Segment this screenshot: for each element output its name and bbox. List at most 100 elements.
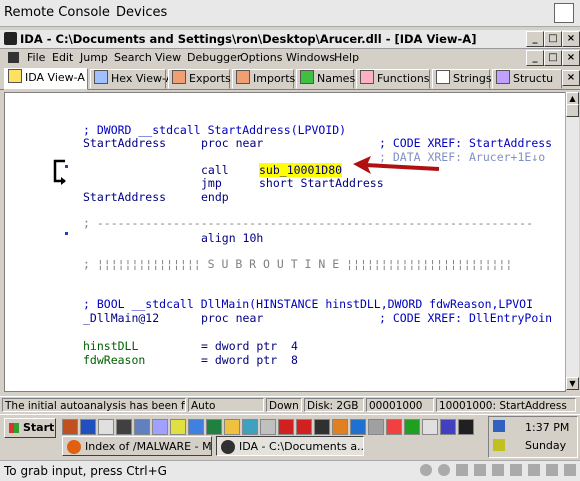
device-icon[interactable] xyxy=(564,464,576,476)
ida-icon xyxy=(221,440,235,454)
proc-label[interactable]: StartAddress xyxy=(83,136,166,150)
menu-options[interactable]: Options xyxy=(240,51,282,64)
vertical-scrollbar[interactable]: ▲ ▼ xyxy=(565,92,579,390)
network-icon[interactable] xyxy=(493,420,505,432)
quicklaunch-icon[interactable] xyxy=(440,419,456,435)
call-target[interactable]: sub_10001D80 xyxy=(259,163,343,177)
tab-hex-view[interactable]: Hex View-A xyxy=(90,69,173,89)
var-fdwreason-def: = dword ptr 8 xyxy=(201,353,298,367)
menu-edit[interactable]: Edit xyxy=(52,51,73,64)
subroutine-banner: ; ¦¦¦¦¦¦¦¦¦¦¦¦¦¦¦ S U B R O U T I N E ¦¦… xyxy=(83,257,513,271)
jmp-instr: jmp xyxy=(201,176,222,190)
jump-arrow-icon xyxy=(53,159,66,185)
quicklaunch-icon[interactable] xyxy=(296,419,312,435)
status-address: 10001000: StartAddress xyxy=(436,398,576,412)
var-fdwreason[interactable]: fdwReason xyxy=(83,353,145,367)
quicklaunch-icon[interactable] xyxy=(80,419,96,435)
ida-view-icon xyxy=(8,69,22,83)
menu-devices[interactable]: Devices xyxy=(116,5,167,20)
quicklaunch-icon[interactable] xyxy=(116,419,132,435)
menu-file[interactable]: File xyxy=(27,51,45,64)
view-tab-bar: IDA View-A Hex View-A Exports Imports Na… xyxy=(0,67,580,90)
clock-time[interactable]: 1:37 PM xyxy=(525,421,569,434)
ida-menubar: File Edit Jump Search View Debugger Opti… xyxy=(0,49,580,66)
menu-help[interactable]: Help xyxy=(334,51,359,64)
ida-title-bar: IDA - C:\Documents and Settings\ron\Desk… xyxy=(0,30,580,49)
var-hinstdll[interactable]: hinstDLL xyxy=(83,339,138,353)
tab-close-button[interactable]: × xyxy=(562,70,580,86)
scroll-thumb[interactable] xyxy=(566,104,579,117)
dllmain-op: proc near xyxy=(201,311,264,325)
system-tray: 1:37 PM Sunday xyxy=(488,416,578,458)
jmp-arg[interactable]: short StartAddress xyxy=(259,176,384,190)
tab-ida-view[interactable]: IDA View-A xyxy=(4,68,88,90)
quicklaunch-icon[interactable] xyxy=(224,419,240,435)
device-icon[interactable] xyxy=(420,464,432,476)
dock-icon[interactable] xyxy=(554,3,574,23)
quicklaunch-icon[interactable] xyxy=(152,419,168,435)
task-firefox[interactable]: Index of /MALWARE - M... xyxy=(62,436,212,456)
tab-exports[interactable]: Exports xyxy=(168,69,231,89)
quicklaunch-icon[interactable] xyxy=(332,419,348,435)
dllmain-label[interactable]: _DllMain@12 xyxy=(83,311,159,325)
quicklaunch-icon[interactable] xyxy=(170,419,186,435)
quicklaunch-icon[interactable] xyxy=(188,419,204,435)
quicklaunch-icon[interactable] xyxy=(98,419,114,435)
quicklaunch-icon[interactable] xyxy=(134,419,150,435)
quicklaunch-icon[interactable] xyxy=(206,419,222,435)
scroll-down-icon[interactable]: ▼ xyxy=(566,377,579,390)
menu-view[interactable]: View xyxy=(155,51,181,64)
menu-jump[interactable]: Jump xyxy=(80,51,108,64)
window-title: IDA - C:\Documents and Settings\ron\Desk… xyxy=(20,32,477,46)
start-button[interactable]: Start xyxy=(4,418,56,438)
tab-strings[interactable]: Strings xyxy=(432,69,492,89)
names-icon xyxy=(300,70,314,84)
device-icon[interactable] xyxy=(546,464,558,476)
menu-debugger[interactable]: Debugger xyxy=(187,51,241,64)
child-minimize-button[interactable]: _ xyxy=(526,50,544,66)
quicklaunch-icon[interactable] xyxy=(278,419,294,435)
tab-names[interactable]: Names xyxy=(296,69,355,89)
device-icon[interactable] xyxy=(438,464,450,476)
tab-imports[interactable]: Imports xyxy=(232,69,295,89)
code-xref[interactable]: ; CODE XREF: StartAddress xyxy=(379,136,552,150)
device-icon[interactable] xyxy=(528,464,540,476)
status-direction: Down xyxy=(266,398,302,412)
device-icon[interactable] xyxy=(492,464,504,476)
quicklaunch-icon[interactable] xyxy=(368,419,384,435)
disassembly-view[interactable]: ; DWORD __stdcall StartAddress(LPVOID) S… xyxy=(4,92,566,392)
quicklaunch-icon[interactable] xyxy=(458,419,474,435)
quicklaunch-icon[interactable] xyxy=(242,419,258,435)
align-instr: align 10h xyxy=(201,231,264,245)
endp-label[interactable]: StartAddress xyxy=(83,190,166,204)
quicklaunch-icon[interactable] xyxy=(386,419,402,435)
minimize-button[interactable]: _ xyxy=(526,31,544,47)
tab-functions[interactable]: Functions xyxy=(356,69,430,89)
menu-remote-console[interactable]: Remote Console xyxy=(4,5,110,20)
quicklaunch-icon[interactable] xyxy=(422,419,438,435)
exports-icon xyxy=(172,70,186,84)
tab-structures[interactable]: Structu xyxy=(492,69,562,89)
maximize-button[interactable]: □ xyxy=(544,31,562,47)
device-icon[interactable] xyxy=(510,464,522,476)
task-ida[interactable]: IDA - C:\Documents a... xyxy=(216,436,364,456)
dllmain-comment: ; BOOL __stdcall DllMain(HINSTANCE hinst… xyxy=(83,297,534,311)
menu-windows[interactable]: Windows xyxy=(286,51,335,64)
quicklaunch-icon[interactable] xyxy=(404,419,420,435)
dllmain-xref[interactable]: ; CODE XREF: DllEntryPoin xyxy=(379,311,552,325)
quicklaunch-icon[interactable] xyxy=(62,419,78,435)
volume-icon[interactable] xyxy=(493,439,505,451)
windows-logo-icon xyxy=(9,423,19,433)
quicklaunch-icon[interactable] xyxy=(350,419,366,435)
device-icon[interactable] xyxy=(456,464,468,476)
child-close-button[interactable]: × xyxy=(562,50,580,66)
func-comment: ; DWORD __stdcall StartAddress(LPVOID) xyxy=(83,123,347,137)
quicklaunch-icon[interactable] xyxy=(260,419,276,435)
menu-search[interactable]: Search xyxy=(114,51,152,64)
quicklaunch-icon[interactable] xyxy=(314,419,330,435)
close-button[interactable]: × xyxy=(562,31,580,47)
remote-console-menubar: Remote Console Devices xyxy=(0,0,580,27)
remote-console-status: To grab input, press Ctrl+G xyxy=(0,460,580,481)
child-maximize-button[interactable]: □ xyxy=(544,50,562,66)
device-icon[interactable] xyxy=(474,464,486,476)
